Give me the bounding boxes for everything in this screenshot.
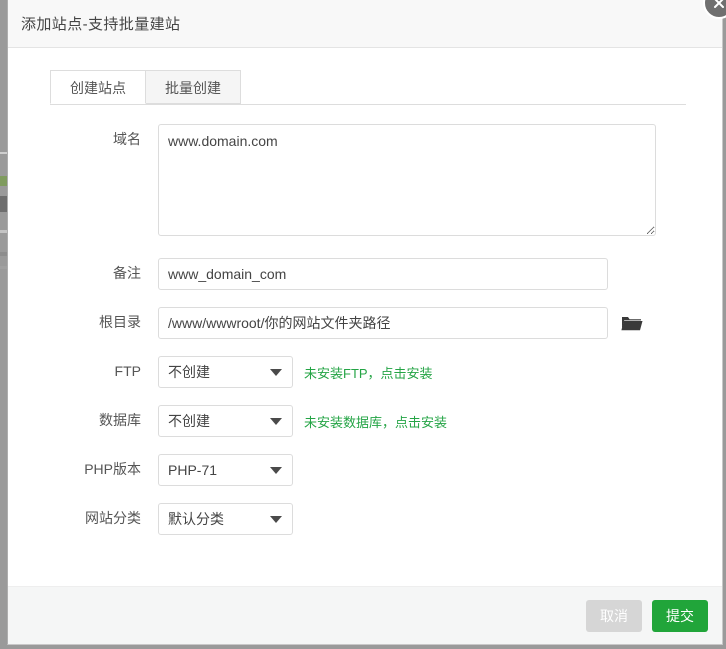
root-dir-label: 根目录: [8, 307, 141, 337]
site-category-selected-value: 默认分类: [159, 509, 224, 529]
submit-button[interactable]: 提交: [652, 600, 708, 632]
form-row-ftp: FTP 不创建 未安装FTP，点击安装: [8, 356, 722, 388]
page-title: 添加站点-支持批量建站: [8, 13, 180, 34]
tab-create-site[interactable]: 创建站点: [50, 70, 146, 104]
form-row-root-dir: 根目录: [8, 307, 722, 339]
chevron-down-icon: [270, 418, 282, 425]
tab-underline: [50, 104, 686, 105]
php-version-label: PHP版本: [8, 454, 141, 484]
domain-input[interactable]: [158, 124, 656, 236]
site-category-select[interactable]: 默认分类: [158, 503, 293, 535]
background-page: [0, 0, 7, 649]
database-select[interactable]: 不创建: [158, 405, 293, 437]
chevron-down-icon: [270, 516, 282, 523]
tab-batch-create[interactable]: 批量创建: [146, 70, 241, 104]
php-version-selected-value: PHP-71: [159, 462, 217, 478]
modal-header: 添加站点-支持批量建站: [8, 0, 722, 48]
domain-label: 域名: [8, 124, 141, 154]
form-row-php-version: PHP版本 PHP-71: [8, 454, 722, 486]
add-site-modal: 添加站点-支持批量建站 创建站点 批量创建 域名 备注: [7, 0, 723, 645]
modal-footer: 取消 提交: [8, 586, 722, 644]
modal-body: 创建站点 批量创建 域名 备注 根目录: [8, 48, 722, 586]
php-version-select[interactable]: PHP-71: [158, 454, 293, 486]
site-category-label: 网站分类: [8, 503, 141, 533]
chevron-down-icon: [270, 369, 282, 376]
ftp-install-hint[interactable]: 未安装FTP，点击安装: [304, 363, 433, 382]
root-dir-input[interactable]: [158, 307, 608, 339]
close-icon[interactable]: [703, 0, 726, 19]
remark-label: 备注: [8, 258, 141, 288]
site-form: 域名 备注 根目录: [8, 124, 722, 535]
ftp-label: FTP: [8, 356, 141, 386]
ftp-selected-value: 不创建: [159, 362, 210, 382]
database-selected-value: 不创建: [159, 411, 210, 431]
chevron-down-icon: [270, 467, 282, 474]
ftp-select[interactable]: 不创建: [158, 356, 293, 388]
remark-input[interactable]: [158, 258, 608, 290]
tab-bar: 创建站点 批量创建: [50, 70, 722, 105]
form-row-database: 数据库 不创建 未安装数据库，点击安装: [8, 405, 722, 437]
form-row-remark: 备注: [8, 258, 722, 290]
form-row-domain: 域名: [8, 124, 722, 236]
database-label: 数据库: [8, 405, 141, 435]
cancel-button[interactable]: 取消: [586, 600, 642, 632]
database-install-hint[interactable]: 未安装数据库，点击安装: [304, 412, 447, 431]
form-row-site-category: 网站分类 默认分类: [8, 503, 722, 535]
folder-icon[interactable]: [621, 314, 643, 332]
